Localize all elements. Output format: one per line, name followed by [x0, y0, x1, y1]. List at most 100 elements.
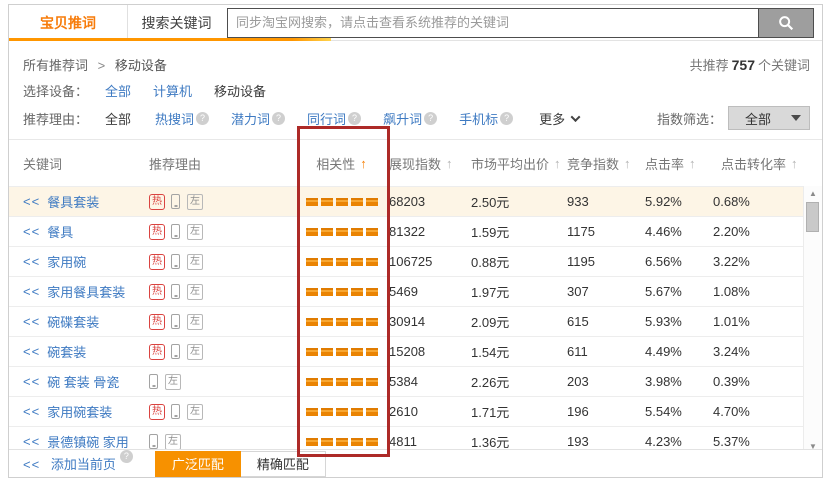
help-icon[interactable]: ? — [120, 450, 133, 463]
help-icon[interactable]: ? — [272, 112, 285, 125]
relevance-bar-segment — [366, 228, 378, 236]
table-row: <<家用碗热左1067250.88元11956.56%3.22% — [9, 246, 822, 276]
relevance-bar-segment — [366, 198, 378, 206]
relevance-bar-segment — [306, 198, 318, 206]
avg-bid-cell: 2.50元 — [471, 187, 567, 216]
column-header-5[interactable]: 竞争指数↑ — [567, 154, 645, 173]
left-position-badge: 左 — [187, 404, 203, 420]
mobile-icon — [171, 314, 180, 329]
relevance-bars — [306, 348, 378, 356]
keyword-cell[interactable]: <<碗 套装 骨瓷 — [9, 367, 149, 396]
index-filter-dropdown[interactable]: 全部 — [728, 106, 810, 130]
column-label: 展现指数 — [389, 154, 441, 173]
reason-option-link-2[interactable]: 潜力词 — [231, 109, 270, 128]
help-icon[interactable]: ? — [424, 112, 437, 125]
column-header-6[interactable]: 点击率↑ — [645, 154, 713, 173]
sort-arrow-icon[interactable]: ↑ — [689, 156, 696, 171]
relevance-bars — [306, 318, 378, 326]
more-filters-toggle[interactable]: 更多 — [539, 109, 579, 128]
left-position-badge: 左 — [187, 284, 203, 300]
keyword-label: 餐具套装 — [47, 192, 99, 211]
help-icon[interactable]: ? — [196, 112, 209, 125]
relevance-bars — [306, 378, 378, 386]
reason-cell: 热左 — [149, 397, 294, 426]
keyword-label: 碗碟套装 — [47, 312, 99, 331]
reason-option-link-1[interactable]: 热搜词 — [155, 109, 194, 128]
keyword-tool-panel: 宝贝推词 搜索关键词 所有推荐词 > 移动设备 共推 — [8, 4, 823, 478]
keyword-cell[interactable]: <<家用碗 — [9, 247, 149, 276]
device-option-2[interactable]: 移动设备 — [214, 84, 266, 99]
cvr-cell: 3.24% — [713, 337, 801, 366]
column-header-4[interactable]: 市场平均出价 ↑ — [471, 154, 567, 173]
competition-cell: 611 — [567, 337, 645, 366]
reason-cell: 热左 — [149, 247, 294, 276]
device-option-1[interactable]: 计算机 — [153, 84, 192, 99]
relevance-bar-segment — [306, 258, 318, 266]
relevance-cell — [294, 217, 389, 246]
cvr-cell: 0.68% — [713, 187, 801, 216]
ctr-cell: 5.93% — [645, 307, 713, 336]
keyword-label: 家用碗 — [47, 252, 86, 271]
sort-arrow-icon[interactable]: ↑ — [791, 156, 798, 171]
add-keyword-arrows-icon: << — [23, 344, 40, 359]
reason-option-link-5[interactable]: 手机标 — [459, 109, 498, 128]
help-icon[interactable]: ? — [348, 112, 361, 125]
relevance-bar-segment — [336, 318, 348, 326]
tab-product-keywords[interactable]: 宝贝推词 — [9, 5, 127, 40]
relevance-bar-segment — [306, 438, 318, 446]
column-header-7[interactable]: 点击转化率↑ — [713, 154, 801, 173]
relevance-bars — [306, 288, 378, 296]
sort-arrow-icon[interactable]: ↑ — [360, 156, 367, 171]
relevance-bar-segment — [336, 378, 348, 386]
breadcrumb-root[interactable]: 所有推荐词 — [23, 58, 88, 73]
device-option-0[interactable]: 全部 — [105, 84, 131, 99]
cvr-cell: 2.20% — [713, 217, 801, 246]
table-row: <<碗碟套装热左309142.09元6155.93%1.01% — [9, 306, 822, 336]
competition-cell: 933 — [567, 187, 645, 216]
avg-bid-cell: 1.71元 — [471, 397, 567, 426]
broad-match-button[interactable]: 广泛匹配 — [155, 451, 241, 477]
hot-search-badge: 热 — [149, 344, 165, 360]
add-keyword-arrows-icon: << — [23, 434, 40, 449]
reason-option-link-4[interactable]: 飙升词 — [383, 109, 422, 128]
relevance-bar-segment — [306, 228, 318, 236]
reason-option-link-0[interactable]: 全部 — [105, 109, 131, 128]
sort-arrow-icon[interactable]: ↑ — [624, 156, 631, 171]
table-row: <<餐具热左813221.59元11754.46%2.20% — [9, 216, 822, 246]
relevance-bar-segment — [321, 438, 333, 446]
ctr-cell: 4.49% — [645, 337, 713, 366]
reason-option-link-3[interactable]: 同行词 — [307, 109, 346, 128]
breadcrumb-current: 移动设备 — [115, 58, 167, 73]
hot-search-badge: 热 — [149, 404, 165, 420]
keyword-label: 家用碗套装 — [47, 402, 112, 421]
column-label: 市场平均出价 — [471, 154, 549, 173]
keyword-cell[interactable]: <<家用餐具套装 — [9, 277, 149, 306]
tab-search-keywords[interactable]: 搜索关键词 — [127, 5, 225, 40]
help-icon[interactable]: ? — [500, 112, 513, 125]
cvr-cell: 1.08% — [713, 277, 801, 306]
keyword-cell[interactable]: <<碗套装 — [9, 337, 149, 366]
sort-arrow-icon[interactable]: ↑ — [446, 156, 453, 171]
keyword-cell[interactable]: <<家用碗套装 — [9, 397, 149, 426]
relevance-bar-segment — [321, 318, 333, 326]
relevance-bar-segment — [336, 228, 348, 236]
keyword-label: 碗 套装 骨瓷 — [47, 372, 119, 391]
relevance-bar-segment — [351, 408, 363, 416]
left-position-badge: 左 — [187, 314, 203, 330]
keyword-cell[interactable]: <<碗碟套装 — [9, 307, 149, 336]
sort-arrow-icon[interactable]: ↑ — [554, 156, 561, 171]
keyword-cell[interactable]: <<餐具套装 — [9, 187, 149, 216]
search-input[interactable] — [227, 8, 758, 38]
scrollbar-thumb[interactable] — [806, 202, 819, 232]
column-header-2[interactable]: 相关性↑ — [294, 154, 389, 173]
competition-cell: 615 — [567, 307, 645, 336]
hot-search-badge: 热 — [149, 254, 165, 270]
search-button[interactable] — [758, 8, 814, 38]
vertical-scrollbar[interactable]: ▲ ▼ — [803, 186, 822, 454]
exact-match-button[interactable]: 精确匹配 — [241, 451, 326, 477]
scroll-up-icon[interactable]: ▲ — [804, 189, 822, 198]
column-header-3[interactable]: 展现指数 ↑ — [389, 154, 471, 173]
keyword-cell[interactable]: <<餐具 — [9, 217, 149, 246]
add-current-page-link[interactable]: << 添加当前页 — [23, 454, 116, 473]
relevance-bar-segment — [351, 348, 363, 356]
